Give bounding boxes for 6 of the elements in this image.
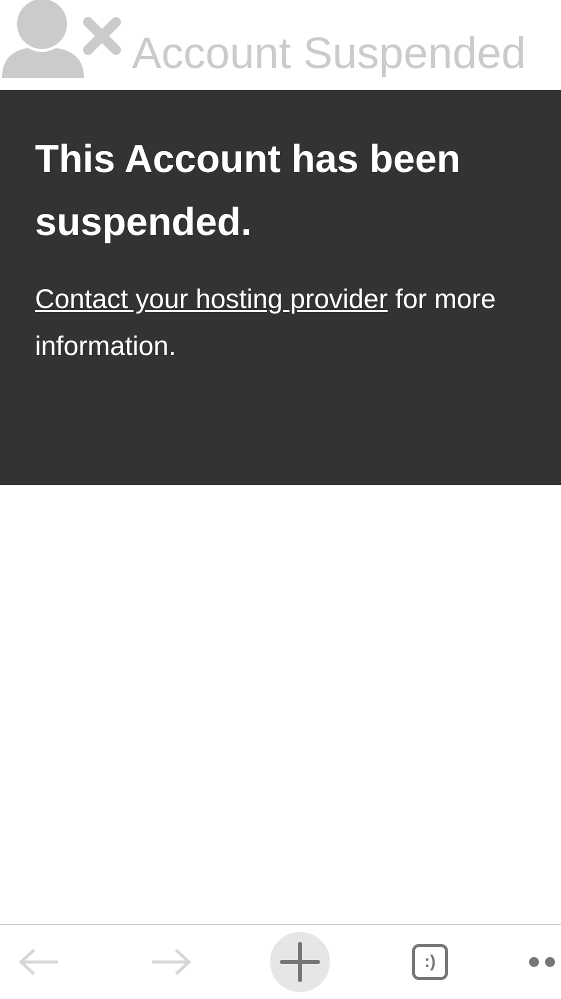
- notice-text: Contact your hosting provider for more information.: [35, 283, 497, 363]
- notice-heading: This Account has been suspended.: [35, 137, 462, 246]
- plus-icon: [280, 942, 320, 982]
- user-remove-icon: [0, 0, 122, 80]
- tabs-button[interactable]: :): [412, 944, 448, 980]
- hosting-provider-link[interactable]: Contact your hosting provider: [35, 284, 388, 314]
